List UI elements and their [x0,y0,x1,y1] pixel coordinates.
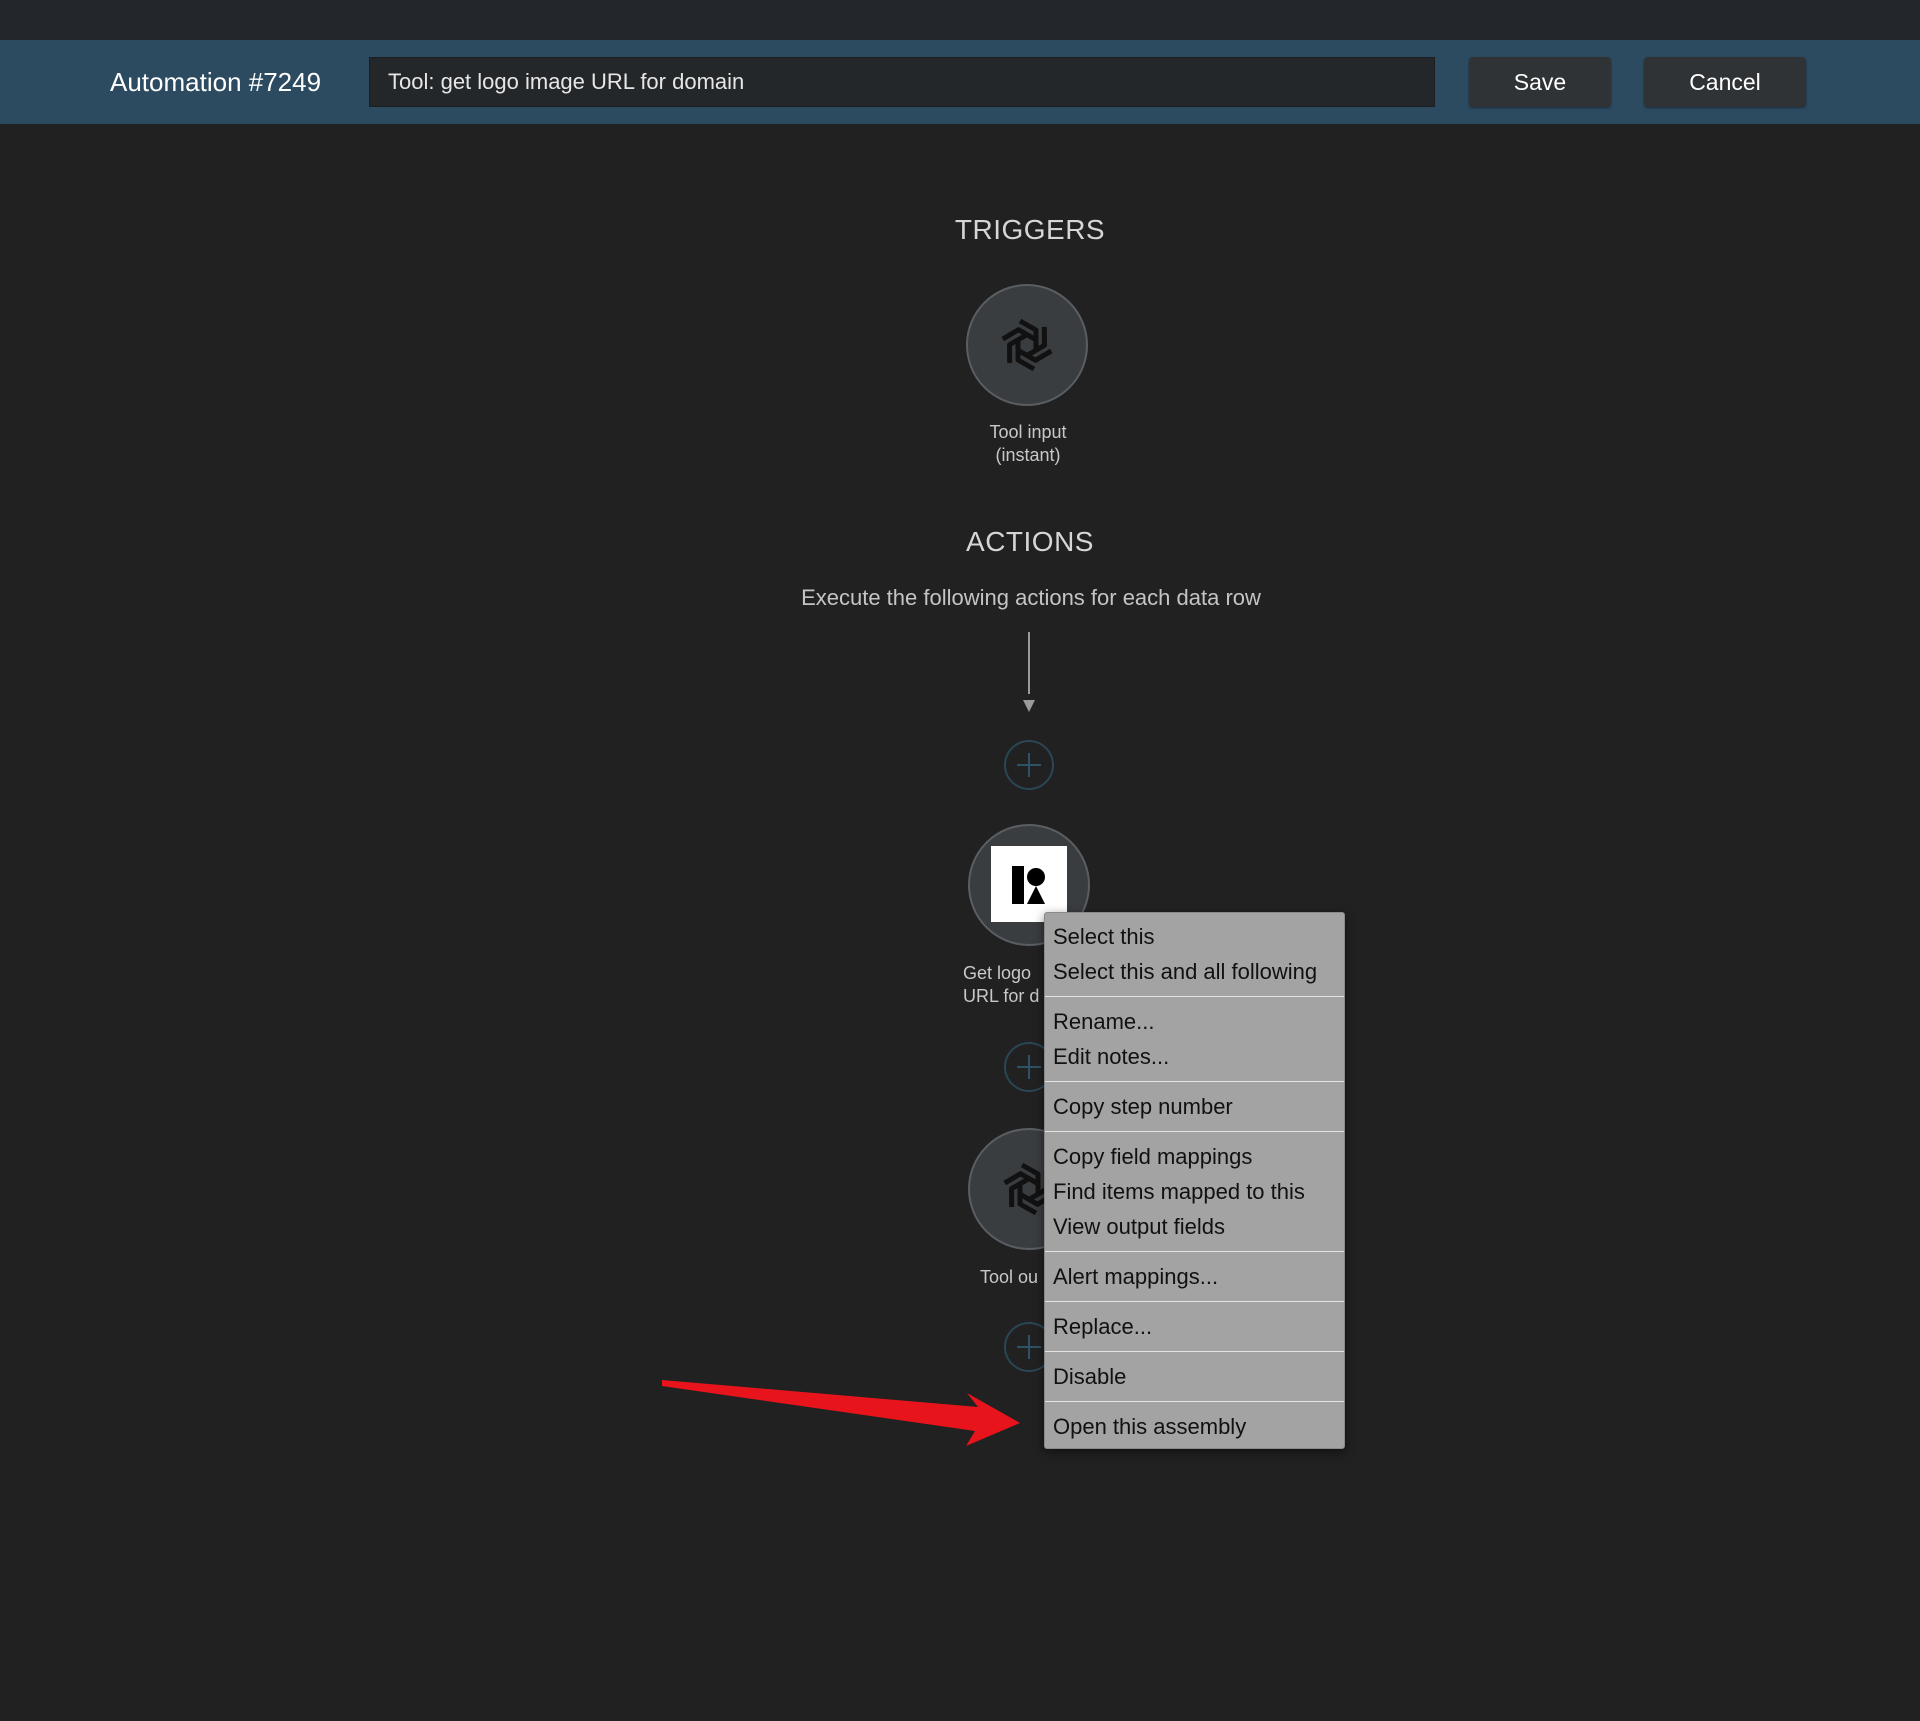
menu-item-edit-notes[interactable]: Edit notes... [1045,1039,1344,1074]
logo-app-icon [991,846,1067,922]
trigger-node-label: Tool input (instant) [989,422,1067,465]
menu-item-select-this-and-following[interactable]: Select this and all following [1045,954,1344,989]
menu-separator [1045,1251,1344,1252]
cancel-button[interactable]: Cancel [1644,57,1806,107]
menu-separator [1045,996,1344,997]
menu-separator [1045,1081,1344,1082]
triggers-heading: TRIGGERS [954,214,1106,245]
menu-separator [1045,1401,1344,1402]
add-step-button-1[interactable] [1004,740,1054,790]
menu-item-copy-field-mappings[interactable]: Copy field mappings [1045,1139,1344,1174]
menu-item-view-output-fields[interactable]: View output fields [1045,1209,1344,1244]
automation-name-input[interactable] [369,57,1435,107]
annotation-arrow-shape [662,1380,1020,1446]
save-button[interactable]: Save [1469,57,1611,107]
openai-icon [1001,318,1053,372]
menu-item-copy-step-number[interactable]: Copy step number [1045,1089,1344,1124]
annotation-arrow-icon [662,1380,1020,1446]
trigger-node-tool-input[interactable] [966,284,1088,406]
menu-item-find-items-mapped[interactable]: Find items mapped to this [1045,1174,1344,1209]
automation-header: Automation #7249 Save Cancel [0,40,1920,124]
step-context-menu: Select this Select this and all followin… [1044,912,1345,1449]
window-top-strip [0,0,1920,40]
menu-separator [1045,1351,1344,1352]
flow-arrow-icon [1023,700,1035,712]
menu-item-open-this-assembly[interactable]: Open this assembly [1045,1409,1344,1444]
menu-item-alert-mappings[interactable]: Alert mappings... [1045,1259,1344,1294]
menu-item-select-this[interactable]: Select this [1045,919,1344,954]
menu-item-replace[interactable]: Replace... [1045,1309,1344,1344]
menu-separator [1045,1131,1344,1132]
actions-subtitle: Execute the following actions for each d… [801,585,1261,610]
menu-separator [1045,1301,1344,1302]
flow-connector [1028,632,1030,694]
automation-title: Automation #7249 [110,67,322,97]
actions-heading: ACTIONS [966,526,1094,557]
menu-item-rename[interactable]: Rename... [1045,1004,1344,1039]
menu-item-disable[interactable]: Disable [1045,1359,1344,1394]
